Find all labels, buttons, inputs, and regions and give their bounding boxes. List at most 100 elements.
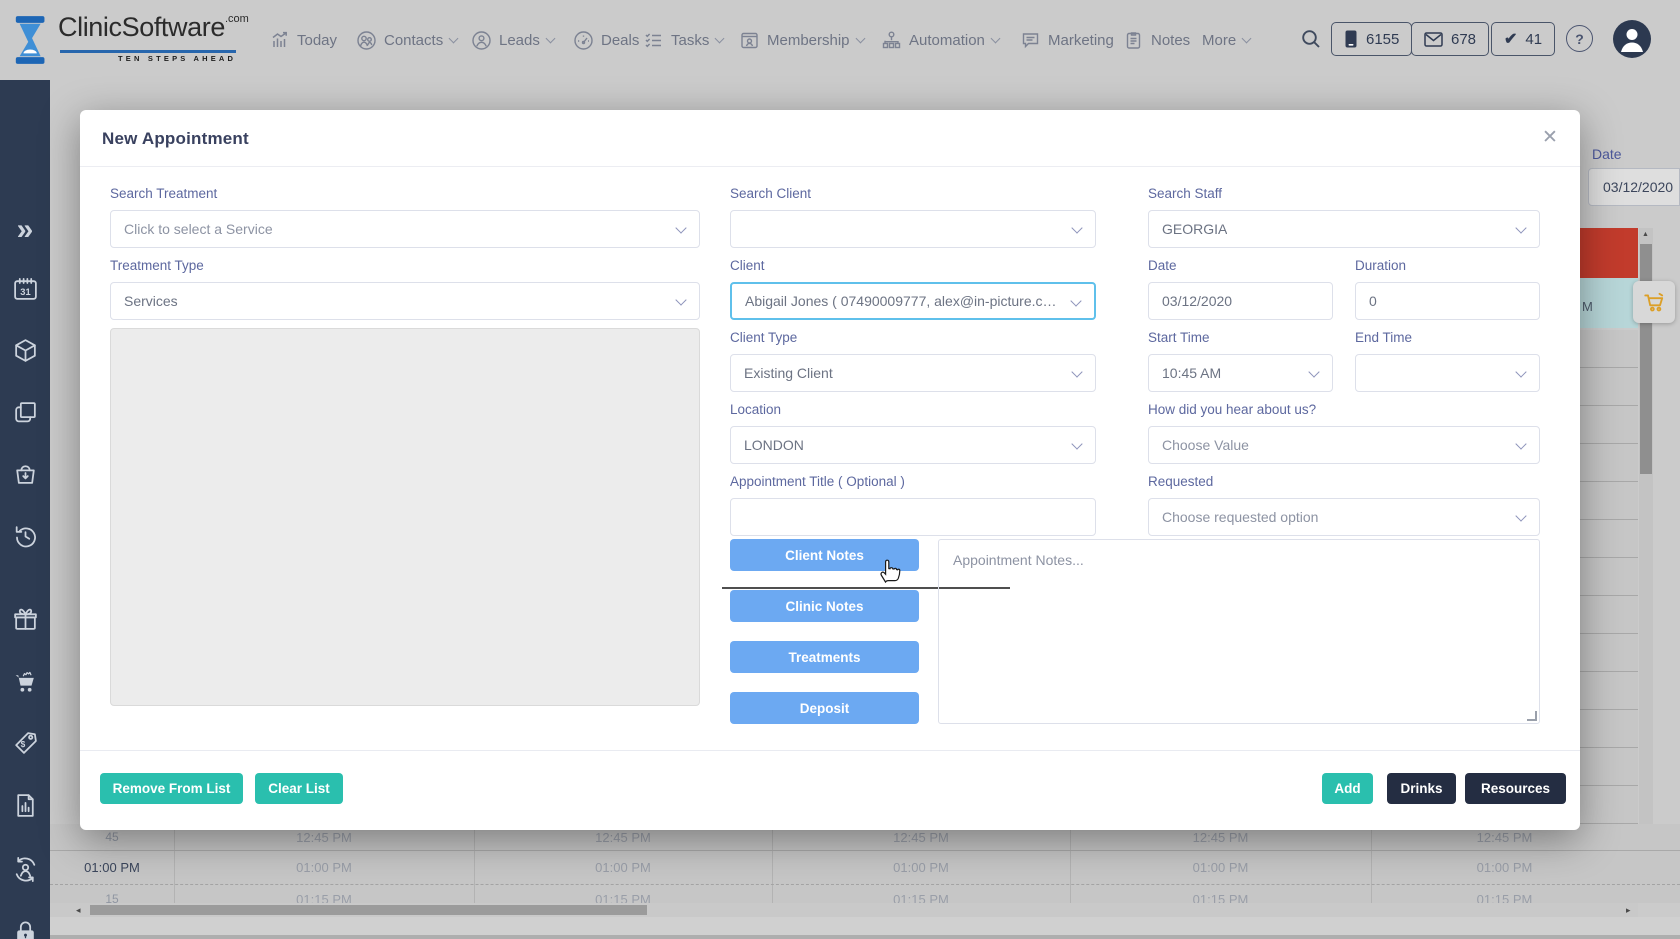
sidebar-products-button[interactable] <box>0 337 50 364</box>
remove-from-list-button[interactable]: Remove From List <box>100 773 243 804</box>
scroll-up-icon[interactable]: ▲ <box>1642 230 1649 240</box>
nav-item-notes[interactable]: Notes <box>1123 24 1190 56</box>
logo-tagline: TEN STEPS AHEAD <box>118 54 236 63</box>
nav-item-more[interactable]: More <box>1202 24 1250 56</box>
horizontal-scrollbar[interactable]: ◂ ▸ <box>50 903 1638 917</box>
add-button[interactable]: Add <box>1322 773 1373 804</box>
appointment-notes-textarea[interactable]: Appointment Notes... <box>938 539 1540 724</box>
slot-cell[interactable]: 01:15 PM <box>772 892 1070 903</box>
nav-item-membership[interactable]: Membership <box>739 24 864 56</box>
sidebar-pricing-button[interactable]: $ <box>0 729 50 756</box>
location-select[interactable]: LONDON <box>730 426 1096 464</box>
close-icon[interactable]: ✕ <box>1542 126 1558 149</box>
tasks-counter-badge[interactable]: ✔ 41 <box>1491 22 1555 56</box>
client-select[interactable]: Abigail Jones ( 07490009777, alex@in-pic… <box>730 282 1096 320</box>
clear-list-button[interactable]: Clear List <box>255 773 343 804</box>
slot-cell[interactable]: 12:45 PM <box>1070 830 1371 845</box>
basket-button[interactable] <box>1633 281 1675 323</box>
sidebar-gift-button[interactable] <box>0 606 50 633</box>
calendar-date-input[interactable]: 03/12/2020 <box>1588 168 1680 206</box>
requested-select[interactable]: Choose requested option <box>1148 498 1540 536</box>
slot-cell[interactable]: 01:15 PM <box>174 892 474 903</box>
layers-icon <box>12 399 39 426</box>
appointment-title-input[interactable] <box>730 498 1096 536</box>
sidebar-lock-button[interactable] <box>0 919 50 939</box>
leads-icon <box>471 30 492 51</box>
clinicsoftware-logo-icon[interactable] <box>12 13 54 72</box>
drinks-button[interactable]: Drinks <box>1387 773 1456 804</box>
slot-cell[interactable]: 12:45 PM <box>474 830 772 845</box>
logo-name: ClinicSoftware <box>58 12 225 42</box>
slot-cell[interactable]: 01:00 PM <box>174 860 474 875</box>
chevron-down-icon <box>1308 366 1319 377</box>
nav-item-deals[interactable]: Deals <box>573 24 639 56</box>
client-notes-button[interactable]: Client Notes <box>730 539 919 571</box>
notes-icon <box>1123 30 1144 51</box>
slot-cell[interactable]: 01:15 PM <box>1371 892 1638 903</box>
history-icon <box>12 523 39 550</box>
nav-label: Contacts <box>384 32 443 49</box>
search-staff-label: Search Staff <box>1148 186 1222 201</box>
scroll-left-icon[interactable]: ◂ <box>76 905 81 915</box>
hear-about-select[interactable]: Choose Value <box>1148 426 1540 464</box>
calendar-date-label: Date <box>1592 146 1622 162</box>
treatment-type-select[interactable]: Services <box>110 282 700 320</box>
search-icon[interactable] <box>1300 28 1322 55</box>
gift-icon <box>12 606 39 633</box>
search-treatment-select[interactable]: Click to select a Service <box>110 210 700 248</box>
event-block-teal[interactable]: M <box>1580 278 1638 328</box>
slot-cell[interactable]: 01:00 PM <box>474 860 772 875</box>
nav-item-contacts[interactable]: Contacts <box>356 24 457 56</box>
calendar-date-value: 03/12/2020 <box>1603 179 1673 195</box>
deposit-button[interactable]: Deposit <box>730 692 919 724</box>
sidebar-history-button[interactable] <box>0 523 50 550</box>
logo-text[interactable]: ClinicSoftware.com <box>58 12 249 43</box>
vertical-scrollbar[interactable]: ▲ ▼ <box>1639 228 1653 898</box>
slot-cell[interactable]: 01:00 PM <box>772 860 1070 875</box>
clinic-notes-button[interactable]: Clinic Notes <box>730 590 919 622</box>
resources-button[interactable]: Resources <box>1465 773 1566 804</box>
slot-cell[interactable]: 12:45 PM <box>174 830 474 845</box>
treatment-list-panel <box>110 328 700 706</box>
nav-item-leads[interactable]: Leads <box>471 24 554 56</box>
sidebar-calendar-button[interactable]: 31 <box>0 276 50 303</box>
event-block-red[interactable] <box>1580 228 1638 278</box>
report-icon <box>12 792 39 819</box>
emails-counter-badge[interactable]: 678 <box>1411 22 1489 56</box>
slot-cell[interactable]: 12:45 PM <box>772 830 1070 845</box>
scroll-right-icon[interactable]: ▸ <box>1626 905 1631 915</box>
slot-cell[interactable]: 01:00 PM <box>1070 860 1371 875</box>
slot-cell[interactable]: 01:00 PM <box>1371 860 1638 875</box>
sidebar-reports-button[interactable] <box>0 792 50 819</box>
search-client-select[interactable] <box>730 210 1096 248</box>
start-time-select[interactable]: 10:45 AM <box>1148 354 1333 392</box>
date-input[interactable]: 03/12/2020 <box>1148 282 1333 320</box>
sidebar-orders-button[interactable] <box>0 460 50 487</box>
help-icon[interactable]: ? <box>1566 25 1593 52</box>
end-time-select[interactable] <box>1355 354 1540 392</box>
avatar[interactable] <box>1612 19 1652 64</box>
nav-item-automation[interactable]: Automation <box>881 24 999 56</box>
sidebar-account-sync-button[interactable] <box>0 856 50 883</box>
start-time-label: Start Time <box>1148 330 1210 345</box>
vertical-scrollbar-thumb[interactable] <box>1640 244 1652 474</box>
treatments-button[interactable]: Treatments <box>730 641 919 673</box>
nav-item-tasks[interactable]: Tasks <box>643 24 723 56</box>
duration-input[interactable]: 0 <box>1355 282 1540 320</box>
slot-cell[interactable]: 01:15 PM <box>1070 892 1371 903</box>
chevron-down-icon <box>990 33 1000 43</box>
sidebar-copies-button[interactable] <box>0 399 50 426</box>
resize-grip-icon[interactable] <box>1527 711 1537 721</box>
chevron-down-icon <box>449 33 459 43</box>
nav-item-marketing[interactable]: Marketing <box>1020 24 1114 56</box>
nav-item-today[interactable]: Today <box>270 24 337 56</box>
sidebar-cart-button[interactable] <box>0 669 50 696</box>
search-staff-select[interactable]: GEORGIA <box>1148 210 1540 248</box>
client-type-select[interactable]: Existing Client <box>730 354 1096 392</box>
emails-count: 678 <box>1451 31 1476 48</box>
calls-counter-badge[interactable]: 6155 <box>1331 22 1412 56</box>
slot-cell[interactable]: 01:15 PM <box>474 892 772 903</box>
horizontal-scrollbar-thumb[interactable] <box>90 905 647 915</box>
sidebar-expand-button[interactable]: » <box>0 217 50 243</box>
slot-cell[interactable]: 12:45 PM <box>1371 830 1638 845</box>
